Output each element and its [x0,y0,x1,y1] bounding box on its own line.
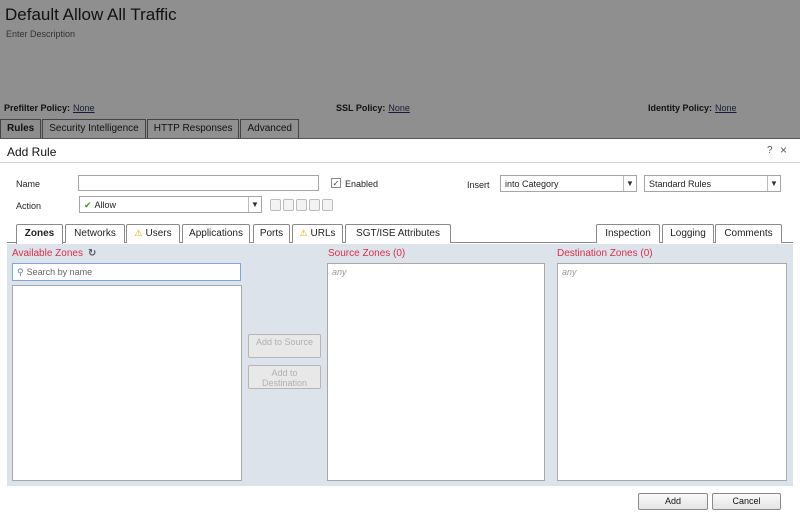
policy-title: Default Allow All Traffic [5,5,177,24]
chevron-down-icon: ▼ [767,176,780,191]
tab-urls[interactable]: ⚠ URLs [292,224,343,243]
insert-select[interactable]: into Category ▼ [500,175,637,192]
tab-applications[interactable]: Applications [182,224,250,243]
variable-set-icon[interactable] [296,199,307,211]
file-policy-icon[interactable] [283,199,294,211]
action-select-value: Allow [94,200,117,210]
prefilter-policy: Prefilter Policy: None [4,103,95,113]
logging-icon[interactable] [309,199,320,211]
chevron-down-icon: ▼ [623,176,636,191]
search-icon: ⚲ [17,267,24,277]
warning-icon: ⚠ [134,228,143,238]
add-button[interactable]: Add [638,493,708,510]
insert-select-value: into Category [505,179,559,189]
prefilter-policy-link[interactable]: None [73,103,95,113]
tab-comments[interactable]: Comments [715,224,782,243]
tab-sgt-ise-attributes[interactable]: SGT/ISE Attributes [345,224,451,243]
ssl-policy-link[interactable]: None [388,103,410,113]
background-page: Default Allow All Traffic Enter Descript… [0,0,800,140]
chevron-down-icon: ▼ [248,197,261,212]
name-field[interactable] [78,175,319,191]
tab-logging[interactable]: Logging [662,224,714,243]
intrusion-policy-icon[interactable] [270,199,281,211]
close-icon[interactable]: × [780,143,787,157]
tab-rules[interactable]: Rules [0,119,42,138]
source-zones-title: Source Zones (0) [328,248,406,259]
identity-policy-link[interactable]: None [715,103,737,113]
policy-tabs: Rules Security Intelligence HTTP Respons… [0,119,300,138]
zones-panel: Available Zones ↻ ⚲ Search by name Add to … [7,244,793,486]
action-options [270,199,333,211]
tab-users[interactable]: ⚠ Users [126,224,180,243]
action-select[interactable]: ✔ Allow ▼ [79,196,262,213]
dialog-title: Add Rule [7,145,57,159]
tab-urls-label: URLs [310,228,336,239]
ssl-policy: SSL Policy: None [336,103,410,113]
warning-icon: ⚠ [299,228,308,238]
tab-security-intelligence[interactable]: Security Intelligence [42,119,146,138]
add-rule-dialog: Add Rule ? × Name ✓ Enabled Insert into … [0,138,800,515]
zone-search-input[interactable]: ⚲ Search by name [12,263,241,281]
prefilter-policy-label: Prefilter Policy: [4,103,71,113]
available-zones-list[interactable] [12,285,242,481]
tab-users-label: Users [145,228,172,239]
refresh-icon[interactable]: ↻ [88,248,96,259]
available-zones-title: Available Zones ↻ [12,248,96,259]
enabled-checkbox[interactable]: ✓ [331,178,341,188]
help-icon[interactable]: ? [767,145,773,156]
comment-icon[interactable] [322,199,333,211]
tab-http-responses[interactable]: HTTP Responses [146,119,240,138]
tab-networks[interactable]: Networks [65,224,125,243]
tab-advanced[interactable]: Advanced [240,119,299,138]
cancel-button[interactable]: Cancel [712,493,781,510]
insert-label: Insert [467,180,490,190]
ssl-policy-label: SSL Policy: [336,103,386,113]
identity-policy: Identity Policy: None [648,103,737,113]
destination-zones-title: Destination Zones (0) [557,248,653,259]
enabled-label: Enabled [345,179,379,189]
available-zones-label: Available Zones [12,248,83,259]
add-to-source-button[interactable]: Add to Source [248,334,321,358]
dialog-header: Add Rule ? × [0,139,800,163]
rule-tabs: Zones Networks ⚠ Users Applications Ports… [7,223,793,244]
destination-zones-list[interactable]: any [557,263,787,481]
search-placeholder: Search by name [26,267,93,277]
destination-zones-any: any [562,267,577,277]
policy-description[interactable]: Enter Description [6,29,75,39]
source-zones-any: any [332,267,347,277]
identity-policy-label: Identity Policy: [648,103,713,113]
category-select-value: Standard Rules [649,179,712,189]
tab-zones[interactable]: Zones [16,224,63,244]
action-label: Action [16,201,42,211]
tab-ports[interactable]: Ports [253,224,290,243]
category-select[interactable]: Standard Rules ▼ [644,175,781,192]
source-zones-list[interactable]: any [327,263,545,481]
allow-check-icon: ✔ [84,200,92,210]
add-to-destination-button[interactable]: Add to Destination [248,365,321,389]
tab-inspection[interactable]: Inspection [596,224,660,243]
name-label: Name [16,179,41,189]
